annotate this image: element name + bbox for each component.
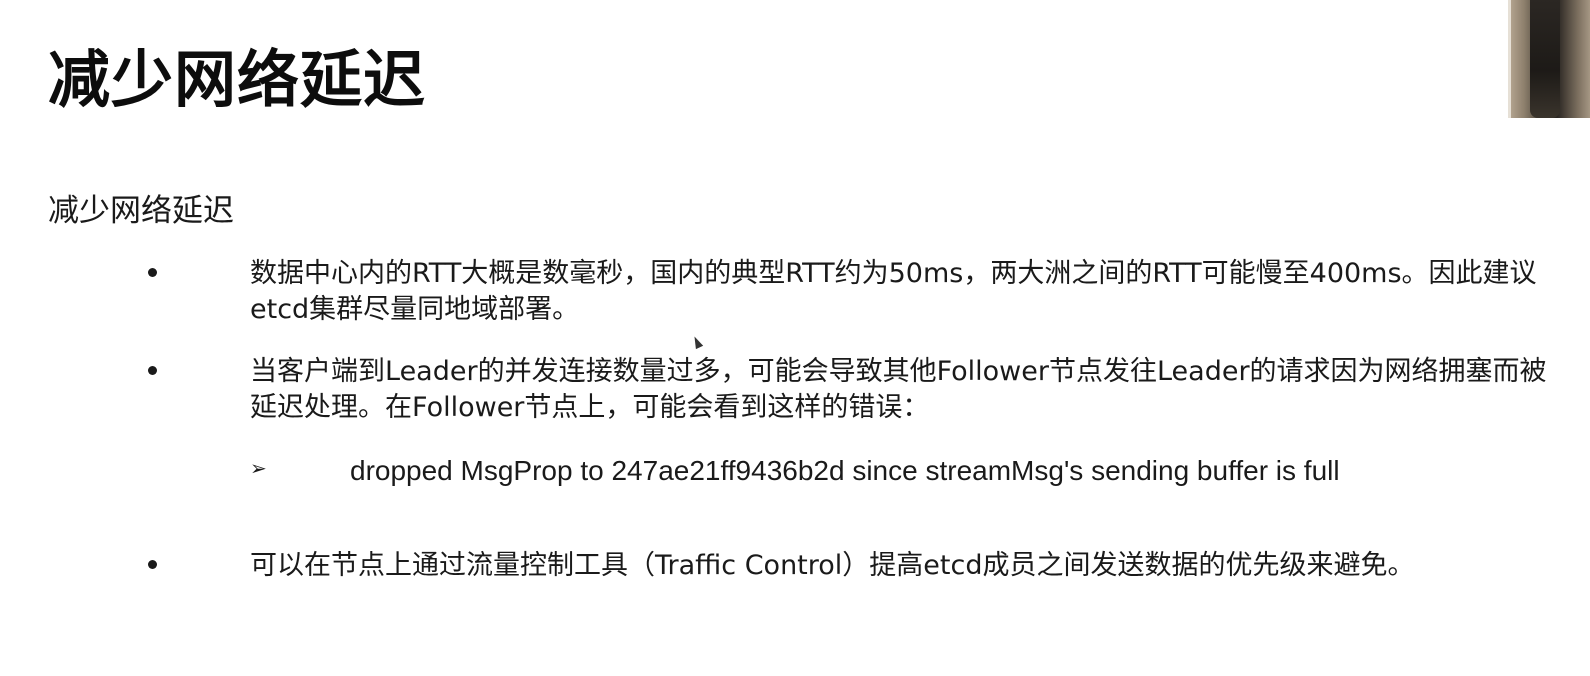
arrow-bullet-icon: ➢ [250, 456, 267, 480]
mouse-cursor-icon [690, 334, 704, 350]
person-silhouette [1530, 0, 1560, 118]
bullet-dot-icon [148, 268, 157, 277]
slide-title: 减少网络延迟 [48, 43, 427, 116]
bullet-text: 可以在节点上通过流量控制工具（Traffic Control）提高etcd成员之… [250, 550, 1415, 581]
bullet-dot-icon [148, 366, 157, 375]
webcam-overlay [1508, 0, 1590, 118]
section-heading: 减少网络延迟 [48, 193, 234, 229]
bullet-dot-icon [148, 560, 157, 569]
webcam-frame [1508, 0, 1511, 118]
bullet-text: 当客户端到Leader的并发连接数量过多，可能会导致其他Follower节点发往… [250, 356, 1547, 423]
bullet-text: 数据中心内的RTT大概是数毫秒，国内的典型RTT约为50ms，两大洲之间的RTT… [250, 258, 1537, 325]
slide: 减少网络延迟 减少网络延迟 数据中心内的RTT大概是数毫秒，国内的典型RTT约为… [0, 0, 1590, 676]
error-message-text: dropped MsgProp to 247ae21ff9436b2d sinc… [350, 455, 1340, 486]
